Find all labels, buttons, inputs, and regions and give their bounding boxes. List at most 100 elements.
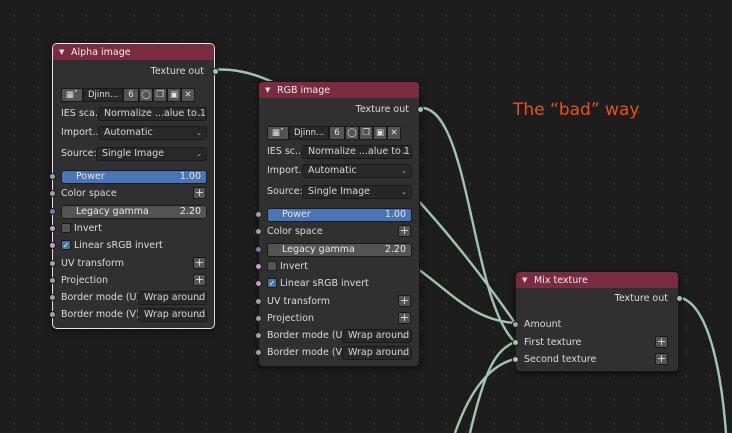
import-dropdown[interactable]: Automatic ⌄	[302, 163, 412, 178]
linear-srgb-invert-label: Linear sRGB invert	[280, 278, 369, 289]
mix-texture-node[interactable]: ▼ Mix texture Texture out Amount First t…	[512, 271, 683, 372]
invert-socket[interactable]	[49, 225, 56, 232]
first-texture-label: First texture	[524, 337, 582, 348]
border-mode-v-socket[interactable]	[255, 349, 262, 356]
projection-label: Projection	[267, 313, 314, 324]
second-texture-add-button[interactable]: +	[655, 353, 668, 365]
power-socket[interactable]	[49, 173, 56, 180]
linear-srgb-invert-socket[interactable]	[49, 242, 56, 249]
unlink-close-icon[interactable]: ✕	[181, 87, 195, 102]
invert-checkbox[interactable]	[267, 261, 277, 271]
color-space-socket[interactable]	[49, 190, 56, 197]
border-mode-u-dropdown[interactable]: Wrap around ⌄	[138, 290, 207, 305]
chevron-down-icon: ⌄	[401, 348, 407, 357]
color-space-label: Color space	[267, 226, 323, 237]
image-browse-button[interactable]: ▦˅	[267, 125, 289, 140]
legacy-gamma-slider[interactable]: Legacy gamma 2.20	[267, 242, 412, 257]
unlink-close-icon[interactable]: ✕	[387, 125, 401, 140]
invert-label: Invert	[74, 223, 102, 234]
node-title: Alpha image	[71, 46, 131, 58]
projection-socket[interactable]	[255, 315, 262, 322]
chevron-down-icon: ⌄	[401, 147, 407, 156]
image-name-field[interactable]: Djinn...	[289, 125, 329, 140]
output-label: Texture out	[150, 66, 204, 77]
color-space-add-button[interactable]: +	[193, 187, 206, 199]
chevron-down-icon: ⌄	[401, 331, 407, 340]
invert-socket[interactable]	[255, 263, 262, 270]
collapse-chevron-icon[interactable]: ▼	[59, 48, 67, 56]
collapse-chevron-icon[interactable]: ▼	[265, 86, 273, 94]
linear-srgb-invert-socket[interactable]	[255, 280, 262, 287]
open-folder-icon[interactable]: ▣	[167, 87, 181, 102]
ies-label: IES sc...	[267, 146, 305, 157]
rgb-image-node[interactable]: ▼ RGB image Texture out ▦˅ Djinn... 6 ◯ …	[255, 81, 424, 367]
ies-dropdown[interactable]: Normalize ...alue to 1.0 ⌄	[302, 144, 412, 159]
uv-transform-label: UV transform	[61, 258, 125, 269]
ies-dropdown[interactable]: Normalize ...alue to 1.0 ⌄	[98, 106, 207, 121]
source-dropdown[interactable]: Single Image ⌄	[302, 184, 412, 199]
border-mode-v-dropdown[interactable]: Wrap around ⌄	[138, 307, 207, 322]
border-mode-u-dropdown[interactable]: Wrap around ⌄	[342, 328, 412, 343]
fake-user-shield-icon[interactable]: ◯	[139, 87, 153, 102]
border-mode-u-label: Border mode (U)	[267, 330, 347, 341]
fake-user-shield-icon[interactable]: ◯	[345, 125, 359, 140]
border-mode-v-socket[interactable]	[49, 311, 56, 318]
duplicate-icon[interactable]: ❐	[153, 87, 167, 102]
node-title: RGB image	[277, 84, 331, 96]
texture-out-socket[interactable]	[212, 68, 219, 75]
border-mode-v-dropdown[interactable]: Wrap around ⌄	[342, 345, 412, 360]
annotation-text: The “bad” way	[513, 100, 640, 120]
uv-transform-add-button[interactable]: +	[398, 295, 411, 307]
uv-transform-add-button[interactable]: +	[193, 257, 206, 269]
color-space-socket[interactable]	[255, 228, 262, 235]
first-texture-socket[interactable]	[512, 339, 519, 346]
image-browse-button[interactable]: ▦˅	[61, 87, 83, 102]
legacy-gamma-socket[interactable]	[255, 246, 262, 253]
color-space-add-button[interactable]: +	[398, 225, 411, 237]
linear-srgb-invert-checkbox[interactable]: ✓	[61, 240, 71, 250]
uv-transform-label: UV transform	[267, 296, 331, 307]
node-header[interactable]: ▼ Alpha image	[53, 44, 214, 60]
collapse-chevron-icon[interactable]: ▼	[522, 276, 530, 284]
link-offscreen-to-first-texture	[468, 340, 516, 433]
chevron-down-icon: ⌄	[196, 128, 202, 137]
power-socket[interactable]	[255, 211, 262, 218]
import-dropdown[interactable]: Automatic ⌄	[98, 125, 207, 140]
second-texture-socket[interactable]	[512, 356, 519, 363]
output-label: Texture out	[614, 293, 668, 304]
link-rgb-to-first-texture	[417, 106, 516, 343]
power-slider[interactable]: Power 1.00	[267, 207, 412, 222]
source-label: Source:	[267, 186, 303, 197]
open-folder-icon[interactable]: ▣	[373, 125, 387, 140]
first-texture-add-button[interactable]: +	[655, 336, 668, 348]
source-dropdown[interactable]: Single Image ⌄	[96, 146, 207, 161]
chevron-down-icon: ⌄	[196, 293, 202, 302]
node-header[interactable]: ▼ RGB image	[259, 82, 419, 98]
legacy-gamma-slider[interactable]: Legacy gamma 2.20	[61, 204, 207, 219]
chevron-down-icon: ⌄	[401, 166, 407, 175]
power-slider[interactable]: Power 1.00	[61, 169, 207, 184]
duplicate-icon[interactable]: ❐	[359, 125, 373, 140]
amount-socket[interactable]	[512, 321, 519, 328]
texture-out-socket[interactable]	[676, 295, 683, 302]
uv-transform-socket[interactable]	[255, 298, 262, 305]
projection-add-button[interactable]: +	[398, 312, 411, 324]
color-space-label: Color space	[61, 188, 117, 199]
border-mode-u-socket[interactable]	[49, 294, 56, 301]
link-mix-out-offscreen	[676, 295, 728, 433]
invert-checkbox[interactable]	[61, 223, 71, 233]
projection-socket[interactable]	[49, 277, 56, 284]
node-header[interactable]: ▼ Mix texture	[516, 272, 678, 288]
users-count: 6	[329, 125, 345, 140]
border-mode-u-socket[interactable]	[255, 332, 262, 339]
users-count: 6	[123, 87, 139, 102]
alpha-image-node[interactable]: ▼ Alpha image Texture out ▦˅ Djinn... 6 …	[49, 43, 219, 329]
legacy-gamma-socket[interactable]	[49, 208, 56, 215]
linear-srgb-invert-checkbox[interactable]: ✓	[267, 278, 277, 288]
projection-add-button[interactable]: +	[193, 274, 206, 286]
amount-label: Amount	[524, 319, 562, 330]
image-name-field[interactable]: Djinn...	[83, 87, 123, 102]
uv-transform-socket[interactable]	[49, 260, 56, 267]
chevron-down-icon: ⌄	[401, 187, 407, 196]
texture-out-socket[interactable]	[417, 106, 424, 113]
